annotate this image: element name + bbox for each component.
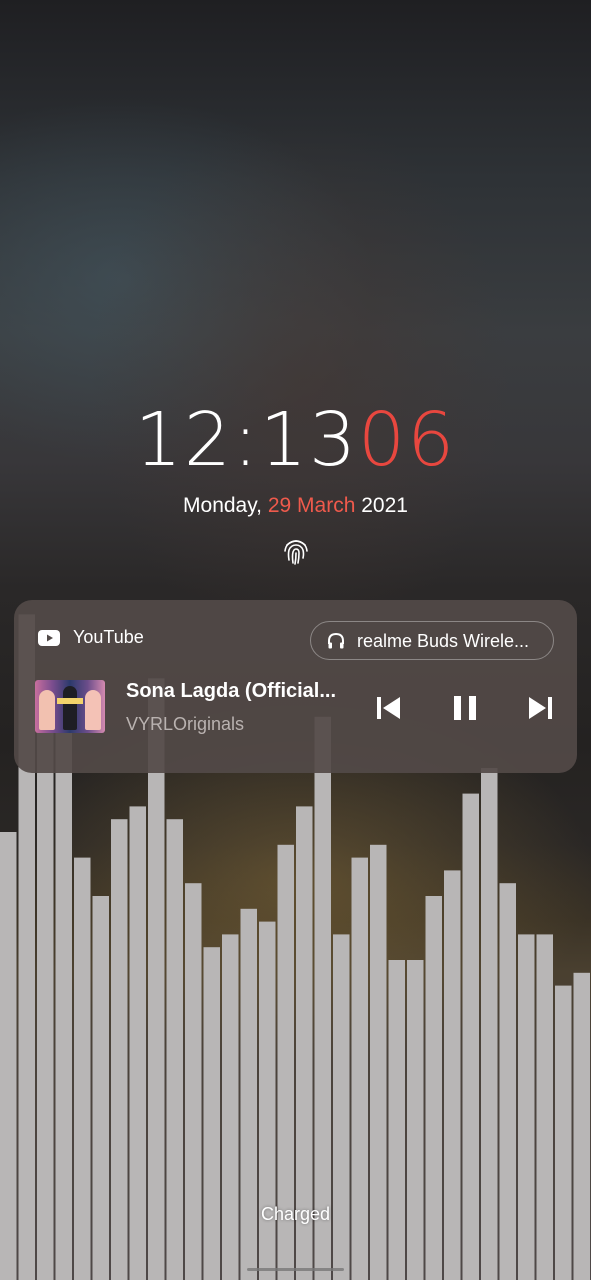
visualizer-bar xyxy=(407,960,424,1280)
visualizer-bar xyxy=(536,934,553,1280)
album-art xyxy=(35,680,105,733)
date-day-month: 29 March xyxy=(267,494,356,517)
youtube-icon xyxy=(38,630,60,646)
home-indicator[interactable] xyxy=(247,1268,344,1271)
visualizer-bar xyxy=(314,716,331,1280)
visualizer-bar xyxy=(222,934,239,1280)
track-artist: VYRLOriginals xyxy=(126,714,245,734)
media-app-name: YouTube xyxy=(73,627,144,647)
pause-icon[interactable] xyxy=(450,694,480,722)
date-weekday: Monday, xyxy=(183,494,268,517)
track-title[interactable]: Sona Lagda (Official... xyxy=(126,680,336,703)
visualizer-bar xyxy=(573,972,590,1280)
visualizer-bar xyxy=(555,985,572,1280)
skip-previous-icon[interactable] xyxy=(374,694,404,722)
lock-clock: 12:1306 xyxy=(0,395,591,485)
battery-status: Charged xyxy=(260,1204,331,1224)
visualizer-bar xyxy=(259,921,276,1280)
date-year: 2021 xyxy=(355,494,408,517)
output-device-label: realme Buds Wirele... xyxy=(357,631,530,651)
lock-date: Monday, 29 March 2021 xyxy=(0,494,591,518)
visualizer-bar xyxy=(203,947,220,1280)
visualizer-bar xyxy=(518,934,535,1280)
visualizer-bar xyxy=(55,716,72,1280)
visualizer-bar xyxy=(388,960,405,1280)
media-player-card[interactable]: YouTube realme Buds Wirele... Sona Lagda… xyxy=(14,600,577,773)
output-device-chip[interactable]: realme Buds Wirele... xyxy=(310,621,554,660)
skip-next-icon[interactable] xyxy=(525,694,555,722)
clock-hours-minutes: 12:13 xyxy=(134,397,359,483)
clock-seconds: 06 xyxy=(358,397,457,483)
fingerprint-icon[interactable] xyxy=(282,536,310,566)
visualizer-bar xyxy=(333,934,350,1280)
visualizer-bar xyxy=(37,716,54,1280)
headphones-icon xyxy=(328,632,344,649)
